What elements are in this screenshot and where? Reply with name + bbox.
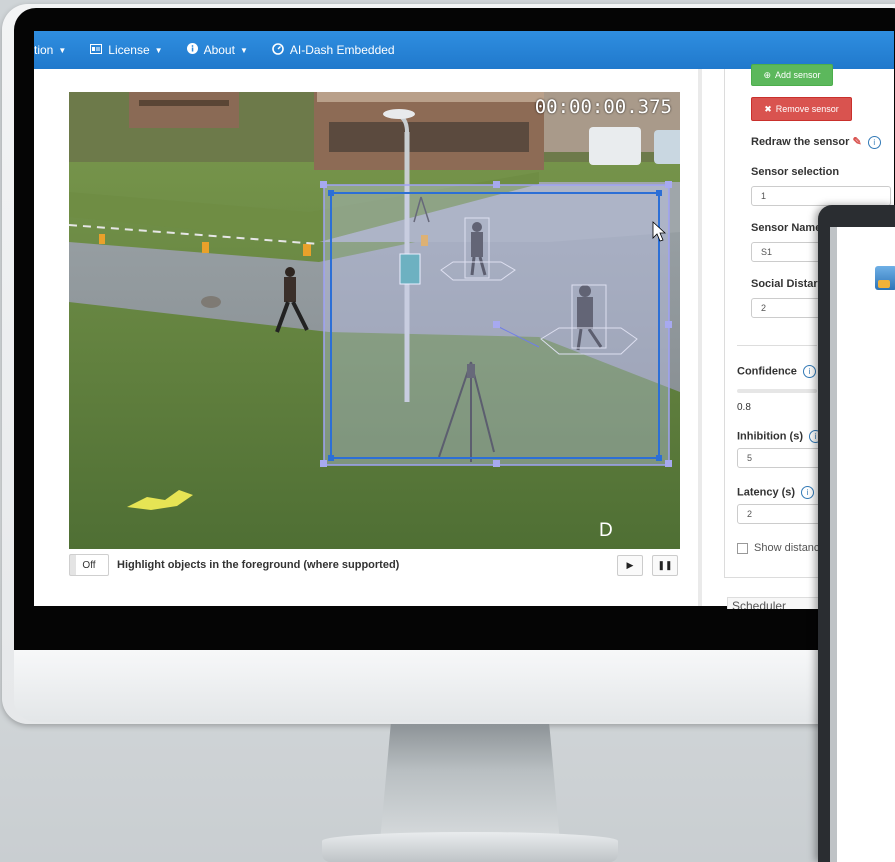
remove-sensor-button[interactable]: ✖ Remove sensor xyxy=(751,97,852,121)
caret-down-icon: ▼ xyxy=(239,45,248,55)
gauge-icon xyxy=(272,42,284,58)
info-icon[interactable]: i xyxy=(801,486,815,499)
close-icon: ✖ xyxy=(764,103,772,114)
nav-item-label: About xyxy=(203,43,235,57)
confidence-value: 0.8 xyxy=(737,402,751,413)
info-icon xyxy=(186,43,198,57)
nav-item-license[interactable]: License ▼ xyxy=(90,43,163,57)
caret-down-icon: ▼ xyxy=(58,45,67,55)
scheduler-label: Scheduler xyxy=(732,599,787,609)
nav-item-ai-dash[interactable]: AI-Dash Embedded xyxy=(272,42,395,58)
video-scene xyxy=(69,92,680,549)
nav-item-label: AI-Dash Embedded xyxy=(289,43,395,57)
pause-icon: ❚❚ xyxy=(657,560,673,570)
confidence-label: Confidence i xyxy=(737,365,816,378)
nav-item-label: License xyxy=(108,43,150,57)
nav-item-partial[interactable]: tion ▼ xyxy=(34,43,66,57)
inhibition-text: Inhibition (s) xyxy=(737,430,803,443)
remove-sensor-label: Remove sensor xyxy=(775,104,839,114)
show-distance-checkbox[interactable] xyxy=(737,542,748,554)
latency-field[interactable]: 2 xyxy=(737,504,821,524)
monitor-stand-base xyxy=(322,832,618,862)
add-sensor-button[interactable]: ⊕ Add sensor xyxy=(751,64,833,86)
foreground-toggle[interactable]: Off xyxy=(69,554,109,576)
overlapping-device xyxy=(818,205,895,862)
section-divider xyxy=(737,345,817,346)
play-icon: ▶ xyxy=(626,560,634,570)
video-timestamp: 00:00:00.375 xyxy=(534,96,672,118)
confidence-slider[interactable] xyxy=(737,389,817,393)
inhibition-field[interactable]: 5 xyxy=(737,448,821,468)
social-distance-field[interactable]: 2 xyxy=(751,298,821,318)
overlapping-device-gutter xyxy=(830,227,837,862)
panel-divider xyxy=(698,69,702,606)
video-corner-glyph: D xyxy=(599,520,613,541)
plus-circle-icon: ⊕ xyxy=(763,69,771,80)
pencil-icon: ✎ xyxy=(852,136,862,148)
foreground-highlight-row: Off Highlight objects in the foreground … xyxy=(69,553,680,577)
monitor-chin xyxy=(14,650,895,722)
id-card-icon xyxy=(90,43,103,57)
app-launcher-icon[interactable] xyxy=(875,266,895,290)
pause-button[interactable]: ❚❚ xyxy=(652,555,678,576)
nav-item-about[interactable]: About ▼ xyxy=(186,43,248,57)
sensor-name-label: Sensor Name xyxy=(751,222,822,234)
redraw-sensor-label[interactable]: Redraw the sensor ✎ i xyxy=(751,135,881,149)
info-icon[interactable]: i xyxy=(867,135,881,149)
social-distance-label: Social Distar xyxy=(751,278,818,290)
overlapping-device-screen xyxy=(830,227,895,862)
caret-down-icon: ▼ xyxy=(154,45,163,55)
sensor-selection-label: Sensor selection xyxy=(751,166,840,178)
latency-label: Latency (s) i xyxy=(737,486,815,499)
add-sensor-label: Add sensor xyxy=(775,70,821,80)
video-feed[interactable]: 00:00:00.375 D xyxy=(69,92,680,549)
monitor-stand xyxy=(380,724,560,842)
latency-text: Latency (s) xyxy=(737,486,796,499)
play-button[interactable]: ▶ xyxy=(617,555,643,576)
show-distance-row[interactable]: Show distanc xyxy=(737,542,819,554)
info-icon[interactable]: i xyxy=(802,365,816,378)
sensor-selection-field[interactable]: 1 xyxy=(751,186,891,206)
nav-item-label: tion xyxy=(34,43,54,57)
foreground-label: Highlight objects in the foreground (whe… xyxy=(117,559,400,571)
sensor-name-field[interactable]: S1 xyxy=(751,242,821,262)
confidence-text: Confidence xyxy=(737,365,797,378)
scheduler-tab[interactable]: Scheduler xyxy=(727,597,819,609)
redraw-sensor-text: Redraw the sensor xyxy=(751,136,850,148)
inhibition-label: Inhibition (s) i xyxy=(737,430,823,443)
show-distance-label: Show distanc xyxy=(754,542,820,554)
